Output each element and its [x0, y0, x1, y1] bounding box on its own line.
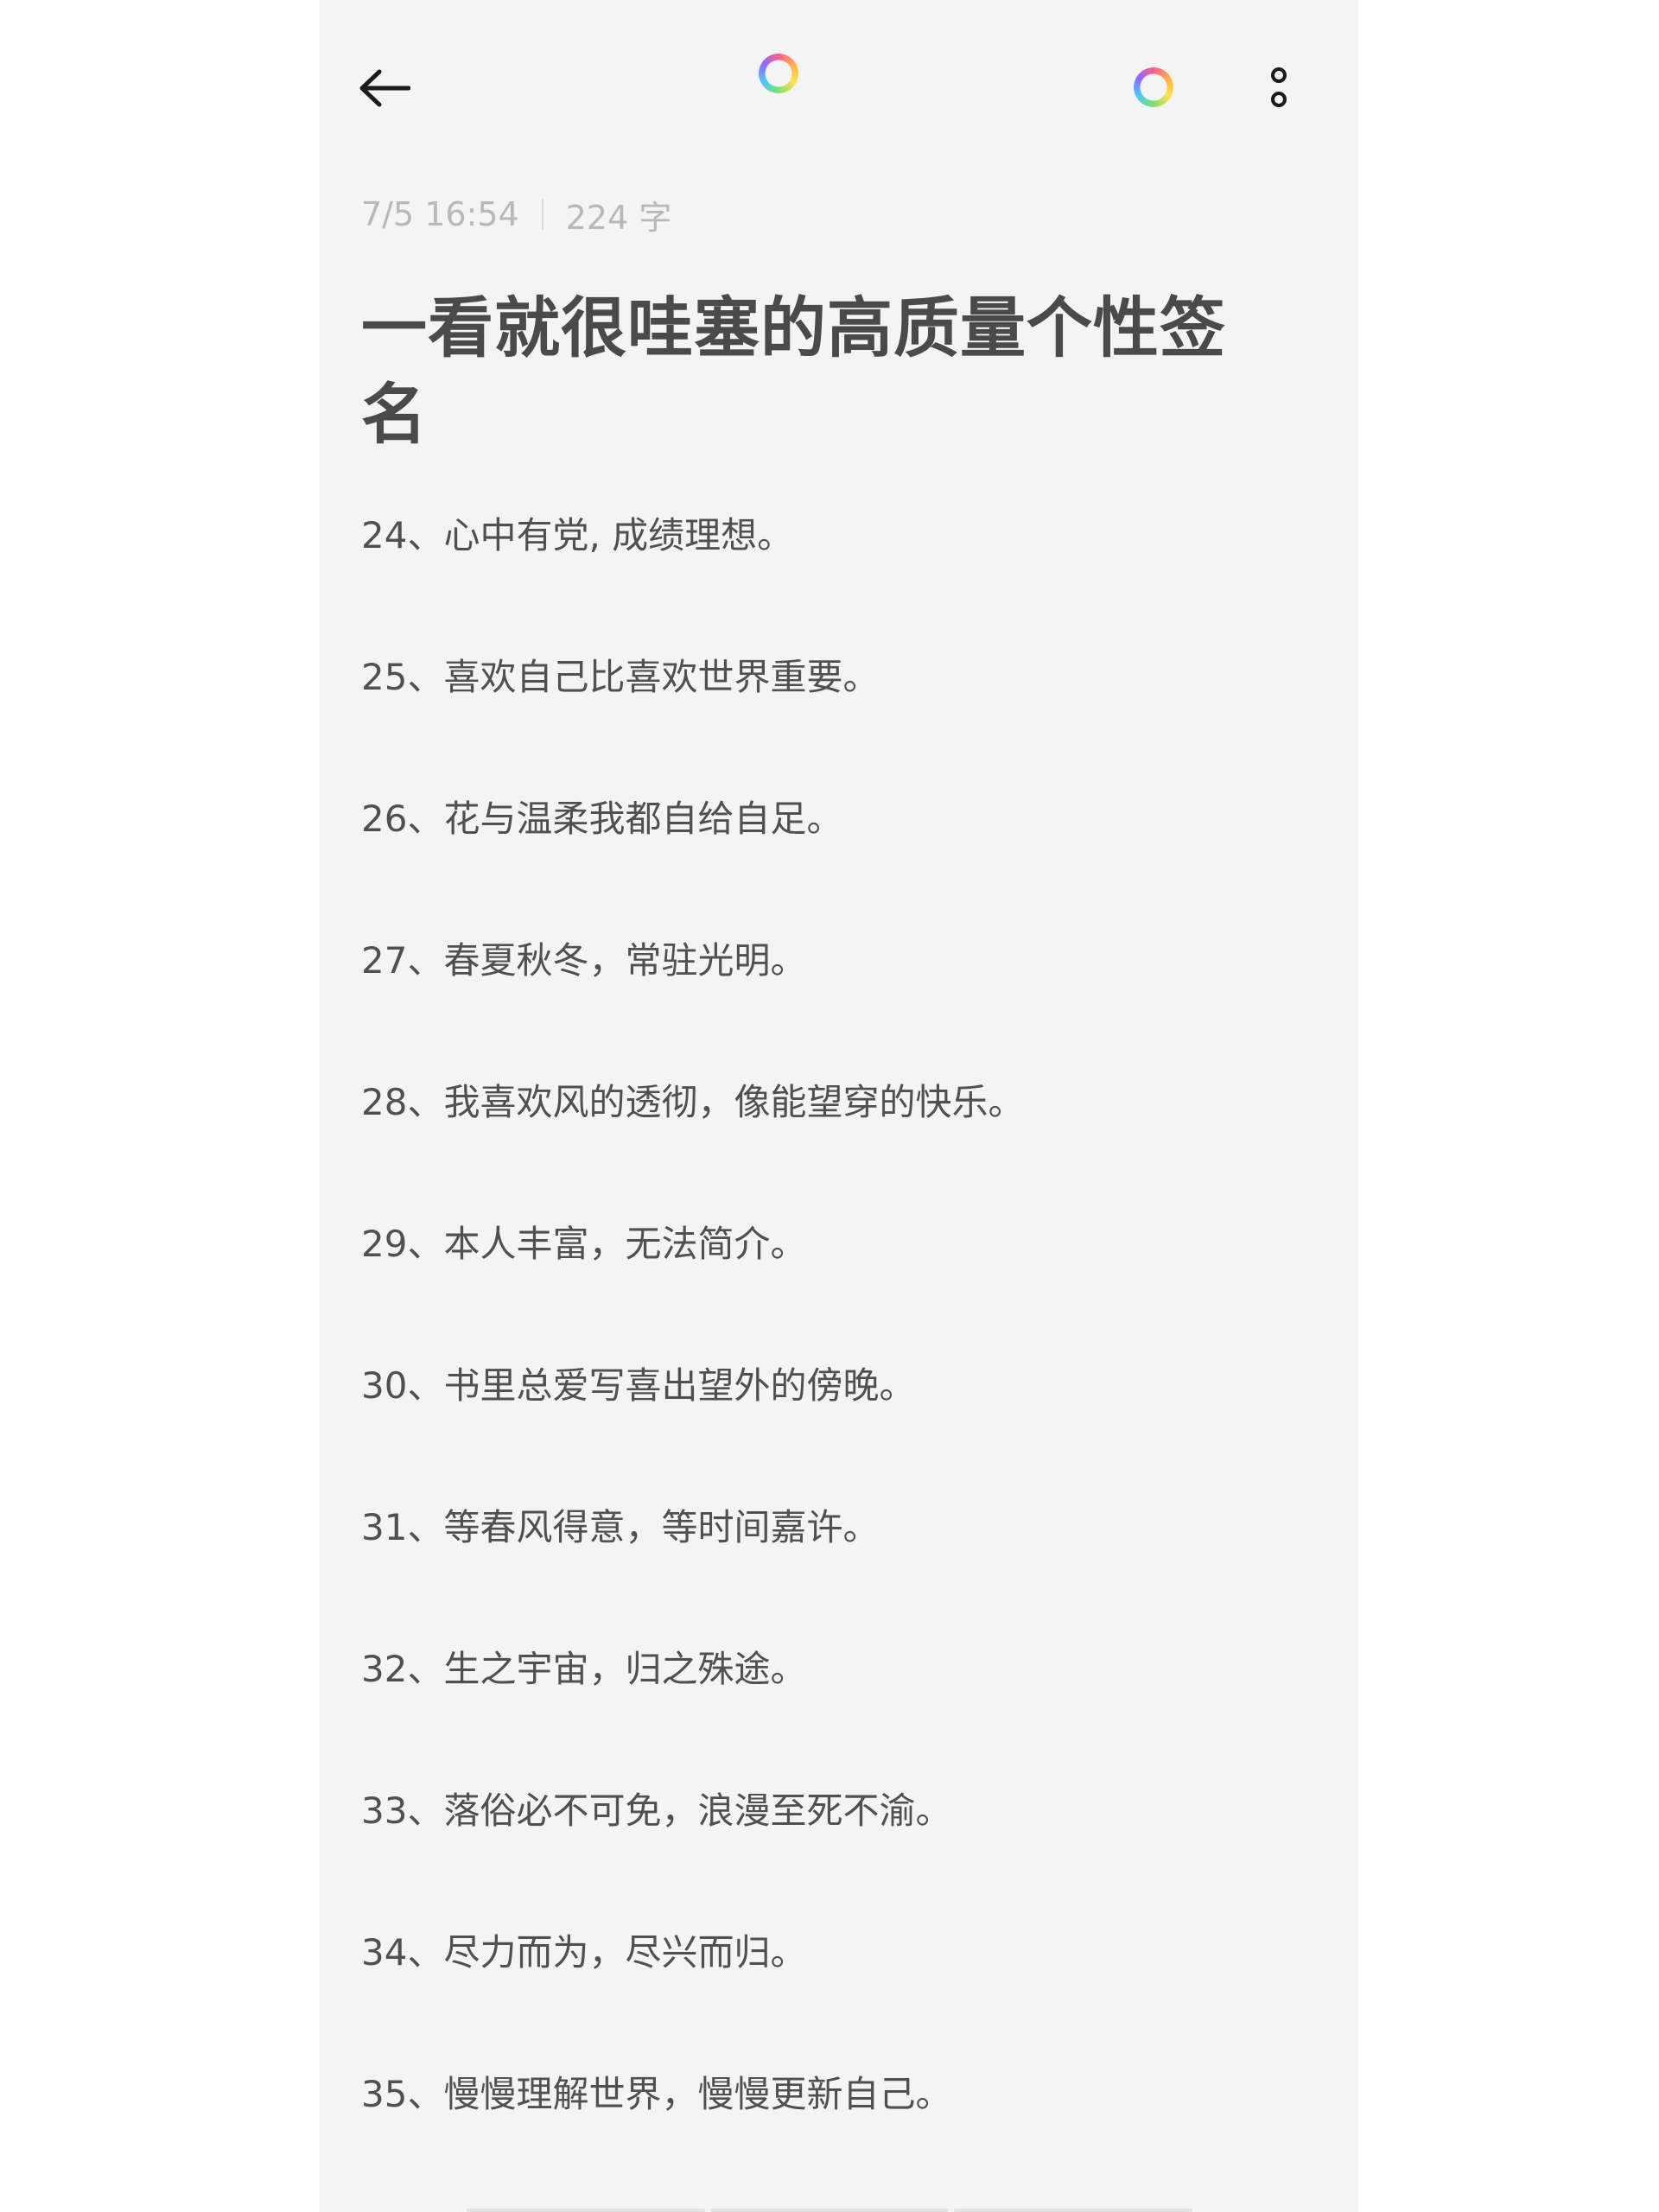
list-item[interactable]: 26、花与温柔我都自给自足。 — [361, 785, 1312, 926]
more-options-button[interactable] — [1253, 57, 1305, 119]
bottom-toolbar-edge — [467, 2209, 1192, 2212]
toolbar-segment — [954, 2209, 1192, 2212]
list-item[interactable]: 35、慢慢理解世界，慢慢更新自己。 — [361, 2060, 1312, 2202]
list-item[interactable]: 28、我喜欢风的透彻，像能望穿的快乐。 — [361, 1068, 1312, 1210]
signature-list[interactable]: 24、心中有党, 成绩理想。 25、喜欢自己比喜欢世界重要。 26、花与温柔我都… — [361, 501, 1312, 2202]
list-item[interactable]: 24、心中有党, 成绩理想。 — [361, 501, 1312, 643]
toolbar-segment — [467, 2209, 705, 2212]
meta-divider — [541, 199, 543, 230]
list-item[interactable]: 30、书里总爱写喜出望外的傍晚。 — [361, 1351, 1312, 1493]
note-word-count: 224 字 — [565, 198, 672, 237]
list-item[interactable]: 25、喜欢自己比喜欢世界重要。 — [361, 643, 1312, 785]
note-title[interactable]: 一看就很哇塞的高质量个性签名 — [361, 285, 1277, 458]
list-item[interactable]: 33、落俗必不可免，浪漫至死不渝。 — [361, 1777, 1312, 1918]
list-item[interactable]: 32、生之宇宙，归之殊途。 — [361, 1635, 1312, 1777]
list-item[interactable]: 29、本人丰富，无法简介。 — [361, 1210, 1312, 1351]
note-datetime: 7/5 16:54 — [361, 195, 519, 233]
rainbow-ring-icon — [759, 54, 798, 93]
back-button[interactable] — [354, 60, 415, 116]
rainbow-ring-icon[interactable] — [1134, 67, 1173, 107]
list-item[interactable]: 31、等春风得意，等时间嘉许。 — [361, 1493, 1312, 1635]
note-meta: 7/5 16:54 224 字 — [361, 190, 671, 238]
note-screen: 7/5 16:54 224 字 一看就很哇塞的高质量个性签名 24、心中有党, … — [320, 0, 1358, 2212]
toolbar-segment — [710, 2209, 949, 2212]
more-vertical-icon — [1271, 67, 1287, 107]
top-toolbar — [320, 0, 1358, 173]
list-item[interactable]: 27、春夏秋冬，常驻光明。 — [361, 926, 1312, 1068]
list-item[interactable]: 34、尽力而为，尽兴而归。 — [361, 1918, 1312, 2060]
arrow-left-icon — [359, 69, 410, 107]
